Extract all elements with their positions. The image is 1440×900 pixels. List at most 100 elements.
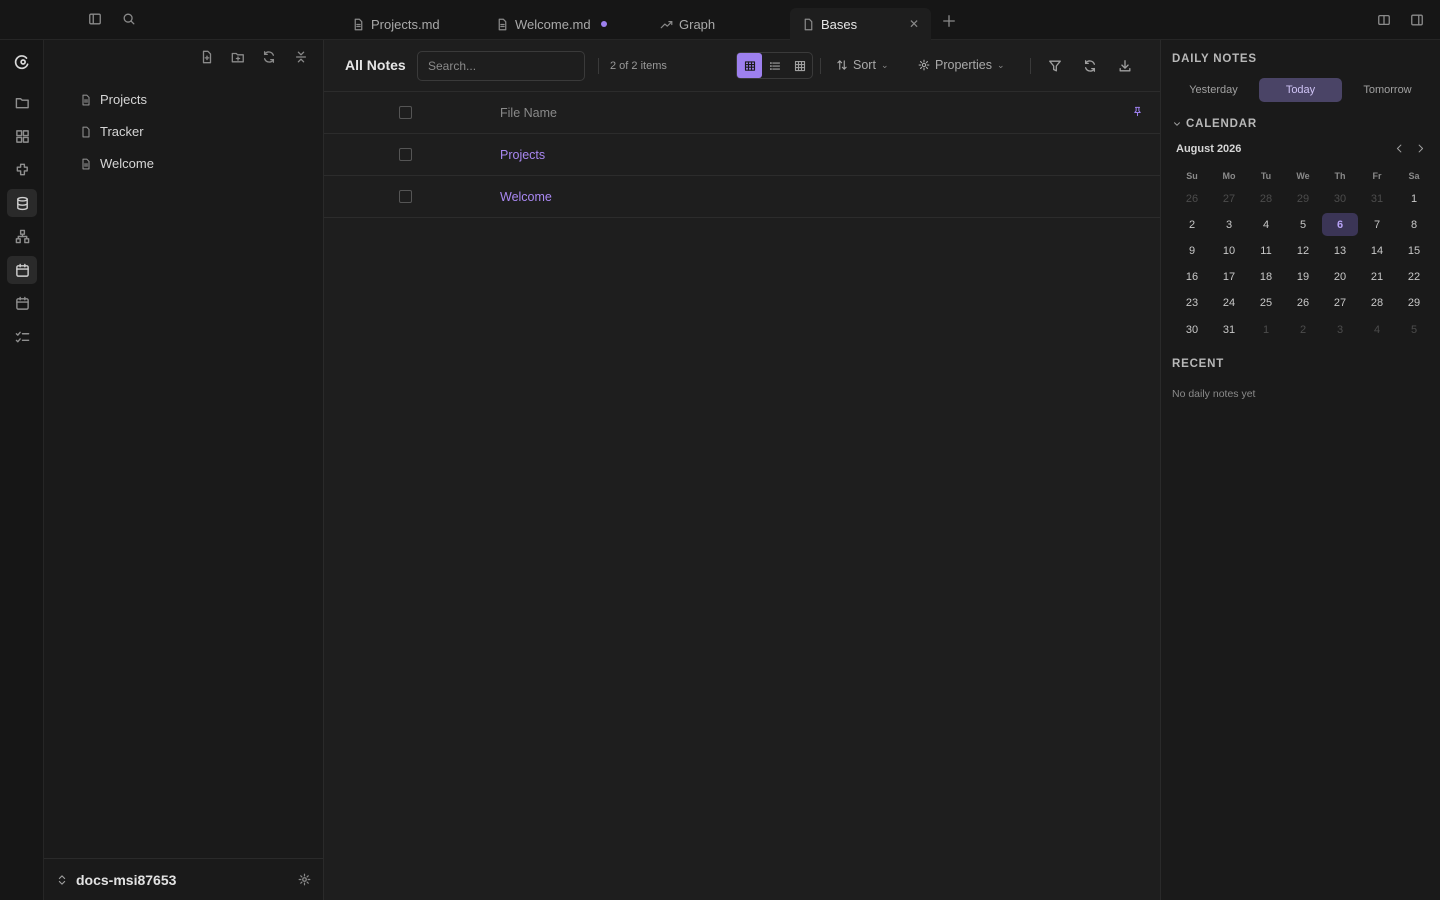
calendar-day[interactable]: 10 [1211,239,1247,262]
table-view-icon[interactable] [737,53,762,78]
app-logo-icon[interactable] [7,48,37,76]
file-item-tracker[interactable]: Tracker [80,124,144,139]
calendar-day[interactable]: 24 [1211,291,1247,314]
new-folder-icon[interactable] [231,50,245,64]
new-tab-icon[interactable] [942,14,956,28]
sidebar-toggle-icon[interactable] [88,12,102,26]
chevron-down-icon [1172,119,1182,129]
grid-view-icon[interactable] [787,53,812,78]
calendar-day[interactable]: 1 [1396,187,1432,210]
row-checkbox[interactable] [399,148,412,161]
calendar-day[interactable]: 29 [1285,187,1321,210]
tab-bases[interactable]: Bases ✕ [790,8,931,40]
calendar-day[interactable]: 1 [1248,318,1284,341]
pin-icon[interactable] [1132,106,1143,117]
row-checkbox[interactable] [399,190,412,203]
calendar-day[interactable]: 22 [1396,265,1432,288]
calendar-day[interactable]: 16 [1174,265,1210,288]
calendar-day[interactable]: 11 [1248,239,1284,262]
calendar-day[interactable]: 18 [1248,265,1284,288]
calendar-day[interactable]: 2 [1285,318,1321,341]
refresh-icon[interactable] [262,50,276,64]
split-view-icon[interactable] [1377,13,1391,27]
calendar-day[interactable]: 28 [1359,291,1395,314]
calendar-day[interactable]: 7 [1359,213,1395,236]
calendar-day[interactable]: 23 [1174,291,1210,314]
list-view-icon[interactable] [762,53,787,78]
open-folder-icon[interactable] [7,88,37,116]
database-icon[interactable] [7,189,37,217]
calendar-day[interactable]: 4 [1248,213,1284,236]
file-link[interactable]: Projects [500,148,545,162]
weekday-label: Mo [1222,171,1236,181]
grid-icon[interactable] [7,122,37,150]
calendar-icon[interactable] [7,256,37,284]
calendar-day[interactable]: 12 [1285,239,1321,262]
new-note-icon[interactable] [200,50,214,64]
search-input[interactable] [417,51,585,81]
yesterday-button[interactable]: Yesterday [1172,78,1255,102]
file-label: Projects [100,92,147,107]
calendar-day[interactable]: 30 [1174,318,1210,341]
tab-graph[interactable]: Graph [648,8,727,40]
calendar-day[interactable]: 21 [1359,265,1395,288]
calendar-day[interactable]: 5 [1396,318,1432,341]
calendar-day[interactable]: 31 [1359,187,1395,210]
calendar-day[interactable]: 29 [1396,291,1432,314]
calendar-day[interactable]: 13 [1322,239,1358,262]
refresh-icon[interactable] [1083,59,1097,73]
calendar-day[interactable]: 14 [1359,239,1395,262]
calendar-day[interactable]: 28 [1248,187,1284,210]
chevron-left-icon[interactable] [1394,143,1405,154]
right-sidebar-toggle-icon[interactable] [1410,13,1424,27]
calendar-day[interactable]: 30 [1322,187,1358,210]
calendar-day[interactable]: 31 [1211,318,1247,341]
divider [1030,58,1031,74]
today-button[interactable]: Today [1259,78,1342,102]
tab-projects[interactable]: Projects.md [340,8,452,40]
search-icon[interactable] [122,12,136,26]
properties-button[interactable]: Properties ⌄ [918,58,1005,72]
calendar-day[interactable]: 8 [1396,213,1432,236]
filter-icon[interactable] [1048,59,1062,73]
tab-welcome[interactable]: Welcome.md [484,8,619,40]
calendar-day[interactable]: 17 [1211,265,1247,288]
download-icon[interactable] [1118,59,1132,73]
table-row[interactable]: Welcome [324,176,1160,218]
chevron-right-icon[interactable] [1415,143,1426,154]
calendar-day[interactable]: 2 [1174,213,1210,236]
hierarchy-icon[interactable] [7,222,37,250]
column-header-file-name[interactable]: File Name [500,106,557,120]
calendar-day[interactable]: 4 [1359,318,1395,341]
calendar-day[interactable]: 15 [1396,239,1432,262]
calendar-day[interactable]: 27 [1322,291,1358,314]
calendar-day[interactable]: 19 [1285,265,1321,288]
calendar-day[interactable]: 3 [1322,318,1358,341]
vault-switcher[interactable]: docs-msi87653 [44,858,323,900]
plugin-icon[interactable] [7,155,37,183]
calendar-day[interactable]: 27 [1211,187,1247,210]
calendar-day[interactable]: 26 [1174,187,1210,210]
file-item-projects[interactable]: Projects [80,92,147,107]
select-all-checkbox[interactable] [399,106,412,119]
tomorrow-button[interactable]: Tomorrow [1346,78,1429,102]
calendar-section-toggle[interactable]: CALENDAR [1172,118,1257,130]
file-item-welcome[interactable]: Welcome [80,156,154,171]
view-title[interactable]: All Notes [345,57,406,73]
bases-toolbar: All Notes 2 of 2 items Sort ⌄ Properties… [324,40,1160,92]
gear-icon[interactable] [298,873,311,886]
calendar-day[interactable]: 9 [1174,239,1210,262]
calendar-day-today[interactable]: 6 [1322,213,1358,236]
tasks-icon[interactable] [7,323,37,351]
collapse-all-icon[interactable] [294,50,308,64]
calendar-day[interactable]: 25 [1248,291,1284,314]
calendar-day[interactable]: 20 [1322,265,1358,288]
calendar-day[interactable]: 26 [1285,291,1321,314]
table-row[interactable]: Projects [324,134,1160,176]
close-icon[interactable]: ✕ [909,17,919,31]
file-link[interactable]: Welcome [500,190,552,204]
calendar-day[interactable]: 3 [1211,213,1247,236]
calendar-alt-icon[interactable] [7,289,37,317]
sort-button[interactable]: Sort ⌄ [836,58,888,72]
calendar-day[interactable]: 5 [1285,213,1321,236]
